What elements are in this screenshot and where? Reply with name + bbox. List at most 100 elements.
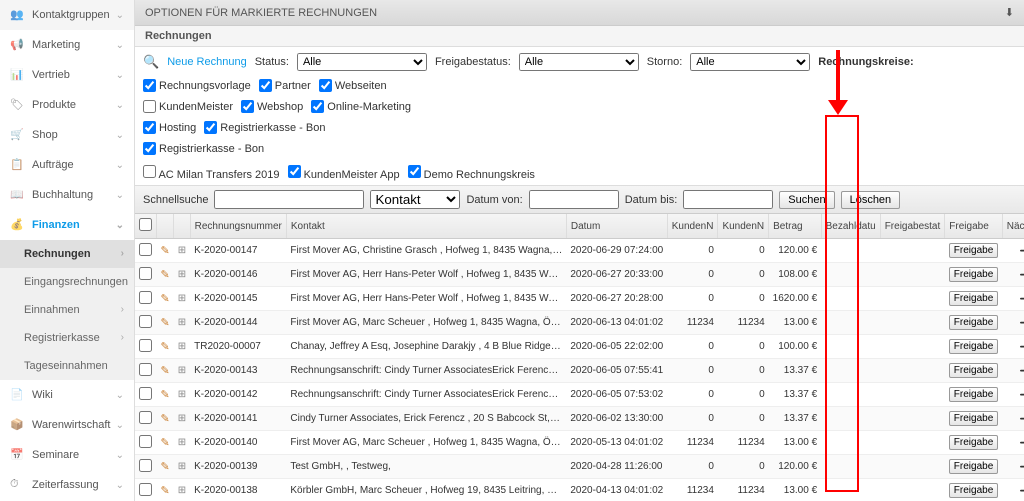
edit-icon[interactable]: ✎ (161, 485, 170, 497)
freigabe-button[interactable]: Freigabe (949, 459, 998, 474)
next-arrow-icon[interactable]: ➜ (1019, 458, 1024, 474)
col-header[interactable]: Rechnungsnummer (190, 214, 286, 239)
subnav-eingangsrechnungen[interactable]: Eingangsrechnungen (0, 268, 134, 296)
select-all-checkbox[interactable] (139, 218, 152, 231)
copy-icon[interactable]: ⊞ (178, 461, 186, 472)
next-arrow-icon[interactable]: ➜ (1019, 290, 1024, 306)
nav-vertrieb[interactable]: 📊Vertrieb ⌄ (0, 60, 134, 90)
copy-icon[interactable]: ⊞ (178, 317, 186, 328)
edit-icon[interactable]: ✎ (161, 341, 170, 353)
col-header[interactable]: KundenN (718, 214, 769, 239)
freigabe-select[interactable]: Alle (519, 53, 639, 71)
col-header[interactable]: KundenN (667, 214, 718, 239)
check-ac-milan-transfers-2019[interactable]: AC Milan Transfers 2019 (143, 165, 280, 181)
copy-icon[interactable]: ⊞ (178, 293, 186, 304)
check-demo-rechnungskreis[interactable]: Demo Rechnungskreis (408, 165, 535, 181)
row-checkbox[interactable] (139, 435, 152, 448)
next-arrow-icon[interactable]: ➜ (1019, 362, 1024, 378)
copy-icon[interactable]: ⊞ (178, 245, 186, 256)
copy-icon[interactable]: ⊞ (178, 389, 186, 400)
next-arrow-icon[interactable]: ➜ (1019, 314, 1024, 330)
freigabe-button[interactable]: Freigabe (949, 483, 998, 498)
edit-icon[interactable]: ✎ (161, 389, 170, 401)
freigabe-button[interactable]: Freigabe (949, 387, 998, 402)
edit-icon[interactable]: ✎ (161, 437, 170, 449)
storno-select[interactable]: Alle (690, 53, 810, 71)
col-header[interactable] (157, 214, 174, 239)
copy-icon[interactable]: ⊞ (178, 341, 186, 352)
nav-kontaktgruppen[interactable]: 👥Kontaktgruppen ⌄ (0, 0, 134, 30)
checkbox[interactable] (143, 100, 156, 113)
row-checkbox[interactable] (139, 315, 152, 328)
nav-produkte[interactable]: 🏷Produkte ⌄ (0, 90, 134, 120)
subnav-einnahmen[interactable]: Einnahmen› (0, 296, 134, 324)
row-checkbox[interactable] (139, 243, 152, 256)
freigabe-button[interactable]: Freigabe (949, 339, 998, 354)
subnav-rechnungen[interactable]: Rechnungen› (0, 240, 134, 268)
nav-warenwirtschaft[interactable]: 📦Warenwirtschaft ⌄ (0, 410, 134, 440)
check-webseiten[interactable]: Webseiten (319, 79, 387, 92)
status-select[interactable]: Alle (297, 53, 427, 71)
col-header[interactable]: Freigabe (945, 214, 1002, 239)
copy-icon[interactable]: ⊞ (178, 365, 186, 376)
next-arrow-icon[interactable]: ➜ (1019, 434, 1024, 450)
freigabe-button[interactable]: Freigabe (949, 315, 998, 330)
row-checkbox[interactable] (139, 459, 152, 472)
next-arrow-icon[interactable]: ➜ (1019, 338, 1024, 354)
nav-seminare[interactable]: 📅Seminare ⌄ (0, 440, 134, 470)
nav-buchhaltung[interactable]: 📖Buchhaltung ⌄ (0, 180, 134, 210)
freigabe-button[interactable]: Freigabe (949, 363, 998, 378)
subnav-tageseinnahmen[interactable]: Tageseinnahmen (0, 352, 134, 380)
col-header[interactable]: Nächste (1002, 214, 1024, 239)
checkbox[interactable] (143, 142, 156, 155)
nav-wiki[interactable]: 📄Wiki ⌄ (0, 380, 134, 410)
row-checkbox[interactable] (139, 363, 152, 376)
edit-icon[interactable]: ✎ (161, 461, 170, 473)
edit-icon[interactable]: ✎ (161, 245, 170, 257)
col-header[interactable]: Betrag (769, 214, 822, 239)
check-webshop[interactable]: Webshop (241, 100, 303, 113)
check-registrierkasse---bon[interactable]: Registrierkasse - Bon (143, 142, 264, 155)
row-checkbox[interactable] (139, 267, 152, 280)
col-header[interactable]: Kontakt (286, 214, 566, 239)
edit-icon[interactable]: ✎ (161, 413, 170, 425)
search-button[interactable]: Suchen (779, 191, 834, 209)
edit-icon[interactable]: ✎ (161, 293, 170, 305)
freigabe-button[interactable]: Freigabe (949, 291, 998, 306)
check-registrierkasse---bon[interactable]: Registrierkasse - Bon (204, 121, 325, 134)
edit-icon[interactable]: ✎ (161, 269, 170, 281)
copy-icon[interactable]: ⊞ (178, 485, 186, 496)
check-online-marketing[interactable]: Online-Marketing (311, 100, 411, 113)
copy-icon[interactable]: ⊞ (178, 413, 186, 424)
check-rechnungsvorlage[interactable]: Rechnungsvorlage (143, 79, 251, 92)
collapse-icon[interactable]: ⬇ (1005, 6, 1014, 19)
checkbox[interactable] (143, 79, 156, 92)
row-checkbox[interactable] (139, 411, 152, 424)
next-arrow-icon[interactable]: ➜ (1019, 242, 1024, 258)
row-checkbox[interactable] (139, 339, 152, 352)
checkbox[interactable] (241, 100, 254, 113)
checkbox[interactable] (143, 165, 156, 178)
edit-icon[interactable]: ✎ (161, 365, 170, 377)
checkbox[interactable] (204, 121, 217, 134)
checkbox[interactable] (319, 79, 332, 92)
date-to-input[interactable] (683, 190, 773, 209)
row-checkbox[interactable] (139, 387, 152, 400)
table-container[interactable]: RechnungsnummerKontaktDatumKundenNKunden… (135, 214, 1024, 501)
edit-icon[interactable]: ✎ (161, 317, 170, 329)
next-arrow-icon[interactable]: ➜ (1019, 410, 1024, 426)
copy-icon[interactable]: ⊞ (178, 269, 186, 280)
nav-aufträge[interactable]: 📋Aufträge ⌄ (0, 150, 134, 180)
nav-finanzen[interactable]: 💰Finanzen ⌄ (0, 210, 134, 240)
freigabe-button[interactable]: Freigabe (949, 243, 998, 258)
search-field-select[interactable]: Kontakt (370, 190, 460, 209)
next-arrow-icon[interactable]: ➜ (1019, 266, 1024, 282)
check-hosting[interactable]: Hosting (143, 121, 196, 134)
checkbox[interactable] (311, 100, 324, 113)
nav-zeiterfassung[interactable]: ⏱Zeiterfassung ⌄ (0, 470, 134, 500)
col-header[interactable] (174, 214, 190, 239)
freigabe-button[interactable]: Freigabe (949, 435, 998, 450)
clear-button[interactable]: Löschen (841, 191, 901, 209)
freigabe-button[interactable]: Freigabe (949, 267, 998, 282)
checkbox[interactable] (288, 165, 301, 178)
